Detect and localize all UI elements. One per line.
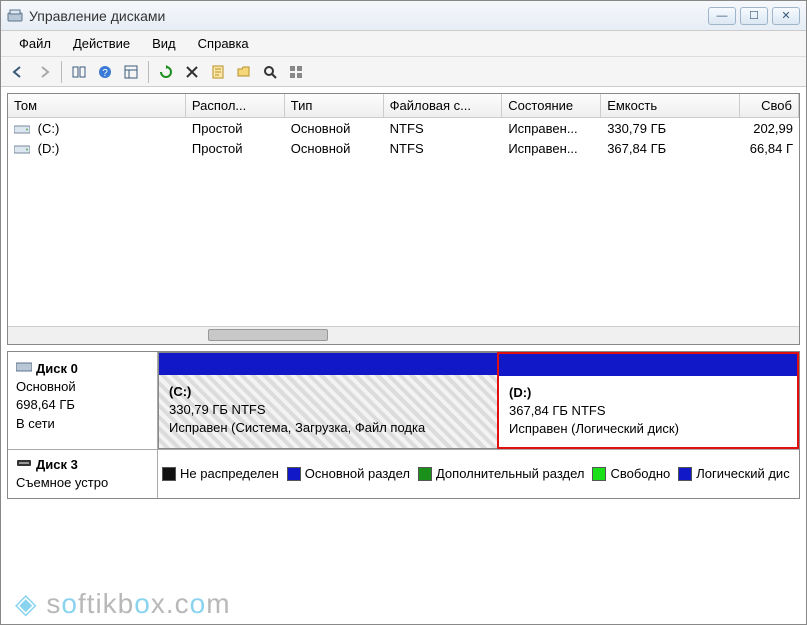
menu-view[interactable]: Вид: [142, 33, 186, 54]
disk-name: Диск 0: [36, 360, 78, 378]
partition-status: Исправен (Логический диск): [509, 420, 787, 438]
toolbar: ?: [1, 57, 806, 87]
volume-free: 66,84 Г: [740, 139, 799, 158]
disk-label[interactable]: Диск 3 Съемное устро: [8, 450, 158, 498]
menu-bar: Файл Действие Вид Справка: [1, 31, 806, 57]
horizontal-scrollbar[interactable]: [8, 326, 799, 344]
volume-fs: NTFS: [384, 139, 503, 158]
partition-info: 367,84 ГБ NTFS: [509, 402, 787, 420]
separator: [148, 61, 149, 83]
col-volume[interactable]: Том: [8, 94, 186, 117]
volume-capacity: 367,84 ГБ: [601, 139, 739, 158]
maximize-button[interactable]: ☐: [740, 7, 768, 25]
svg-text:?: ?: [102, 68, 108, 79]
volume-name: (C:): [38, 121, 60, 136]
legend-swatch-unallocated: [162, 467, 176, 481]
disk-type: Основной: [16, 378, 149, 396]
disk-size: 698,64 ГБ: [16, 396, 149, 414]
forward-button[interactable]: [33, 61, 55, 83]
partition-d[interactable]: (D:) 367,84 ГБ NTFS Исправен (Логический…: [497, 352, 799, 449]
col-free[interactable]: Своб: [740, 94, 799, 117]
close-button[interactable]: ✕: [772, 7, 800, 25]
col-type[interactable]: Тип: [285, 94, 384, 117]
volume-list: Том Распол... Тип Файловая с... Состояни…: [7, 93, 800, 345]
partition-c[interactable]: (C:) 330,79 ГБ NTFS Исправен (Система, З…: [158, 352, 497, 449]
volume-name: (D:): [38, 141, 60, 156]
disk-name: Диск 3: [36, 456, 78, 474]
volume-type: Основной: [285, 119, 384, 138]
legend-free: Свободно: [610, 466, 670, 481]
volume-free: 202,99: [740, 119, 799, 138]
volume-capacity: 330,79 ГБ: [601, 119, 739, 138]
disk-graphical-view: Диск 0 Основной 698,64 ГБ В сети (C:) 33…: [7, 351, 800, 499]
legend-logical: Логический дис: [696, 466, 789, 481]
drive-icon: [14, 123, 30, 135]
legend-swatch-logical: [678, 467, 692, 481]
properties-button[interactable]: [207, 61, 229, 83]
col-status[interactable]: Состояние: [502, 94, 601, 117]
menu-file[interactable]: Файл: [9, 33, 61, 54]
col-capacity[interactable]: Емкость: [601, 94, 739, 117]
search-button[interactable]: [259, 61, 281, 83]
partition-stripe: [499, 354, 797, 376]
disk-icon: [16, 360, 32, 378]
refresh-button[interactable]: [155, 61, 177, 83]
legend-swatch-free: [592, 467, 606, 481]
help-button[interactable]: ?: [94, 61, 116, 83]
menu-help[interactable]: Справка: [188, 33, 259, 54]
show-hide-button[interactable]: [120, 61, 142, 83]
separator: [61, 61, 62, 83]
partition-stripe: [159, 353, 497, 375]
col-filesystem[interactable]: Файловая с...: [384, 94, 503, 117]
legend-swatch-primary: [287, 467, 301, 481]
window-title: Управление дисками: [29, 8, 165, 24]
volume-type: Основной: [285, 139, 384, 158]
app-icon: [7, 8, 23, 24]
volume-row[interactable]: (D:) Простой Основной NTFS Исправен... 3…: [8, 138, 799, 158]
legend-unallocated: Не распределен: [180, 466, 279, 481]
partition-label: (D:): [509, 384, 787, 402]
volume-header: Том Распол... Тип Файловая с... Состояни…: [8, 94, 799, 118]
legend-swatch-extended: [418, 467, 432, 481]
partition-info: 330,79 ГБ NTFS: [169, 401, 487, 419]
disk-state: В сети: [16, 415, 149, 433]
volume-layout: Простой: [186, 119, 285, 138]
disk-label[interactable]: Диск 0 Основной 698,64 ГБ В сети: [8, 352, 158, 449]
delete-button[interactable]: [181, 61, 203, 83]
title-bar: Управление дисками — ☐ ✕: [1, 1, 806, 31]
legend-primary: Основной раздел: [305, 466, 410, 481]
scrollbar-thumb[interactable]: [208, 329, 328, 341]
partition-label: (C:): [169, 383, 487, 401]
volume-status: Исправен...: [502, 139, 601, 158]
open-button[interactable]: [233, 61, 255, 83]
legend-extended: Дополнительный раздел: [436, 466, 585, 481]
volume-fs: NTFS: [384, 119, 503, 138]
minimize-button[interactable]: —: [708, 7, 736, 25]
col-layout[interactable]: Распол...: [186, 94, 285, 117]
drive-icon: [14, 143, 30, 155]
settings-button[interactable]: [285, 61, 307, 83]
partition-status: Исправен (Система, Загрузка, Файл подка: [169, 419, 487, 437]
disk-type: Съемное устро: [16, 474, 149, 492]
view-layout-button[interactable]: [68, 61, 90, 83]
volume-layout: Простой: [186, 139, 285, 158]
watermark: ◈ softikbox.com: [15, 587, 231, 620]
menu-action[interactable]: Действие: [63, 33, 140, 54]
volume-status: Исправен...: [502, 119, 601, 138]
volume-row[interactable]: (C:) Простой Основной NTFS Исправен... 3…: [8, 118, 799, 138]
back-button[interactable]: [7, 61, 29, 83]
disk-icon: [16, 456, 32, 474]
